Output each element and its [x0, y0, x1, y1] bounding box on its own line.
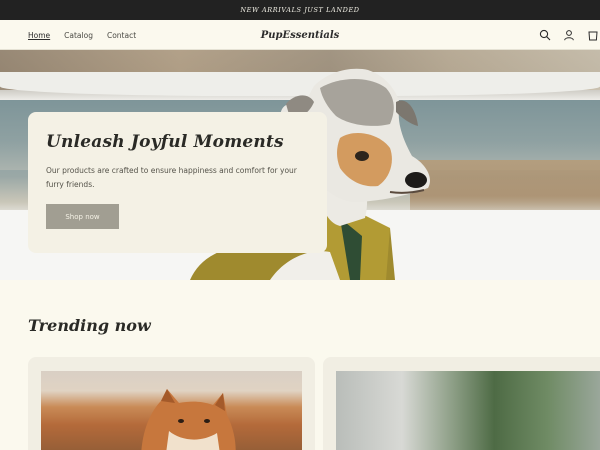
- main-nav: Home Catalog Contact: [28, 20, 136, 50]
- header-icons: [538, 20, 600, 50]
- announcement-bar: NEW ARRIVALS JUST LANDED: [0, 0, 600, 20]
- product-card[interactable]: [323, 357, 600, 450]
- shop-now-button[interactable]: Shop now: [46, 204, 119, 229]
- product-image[interactable]: [41, 371, 302, 450]
- trending-title: Trending now: [28, 316, 151, 335]
- account-icon[interactable]: [562, 28, 576, 42]
- shiba-dog-image: [141, 389, 236, 450]
- site-header: Home Catalog Contact PupEssentials: [0, 20, 600, 50]
- nav-home[interactable]: Home: [28, 31, 50, 40]
- announcement-text: NEW ARRIVALS JUST LANDED: [240, 6, 360, 14]
- product-image[interactable]: [336, 371, 600, 450]
- hero-title: Unleash Joyful Moments: [46, 132, 284, 152]
- cart-icon[interactable]: [586, 28, 600, 42]
- search-icon[interactable]: [538, 28, 552, 42]
- nav-catalog[interactable]: Catalog: [64, 31, 93, 40]
- hero-description: Our products are crafted to ensure happi…: [46, 166, 297, 189]
- product-card[interactable]: [28, 357, 315, 450]
- nav-contact[interactable]: Contact: [107, 31, 136, 40]
- hero-banner: Unleash Joyful Moments Our products are …: [0, 50, 600, 280]
- hero-card: Unleash Joyful Moments Our products are …: [28, 112, 327, 253]
